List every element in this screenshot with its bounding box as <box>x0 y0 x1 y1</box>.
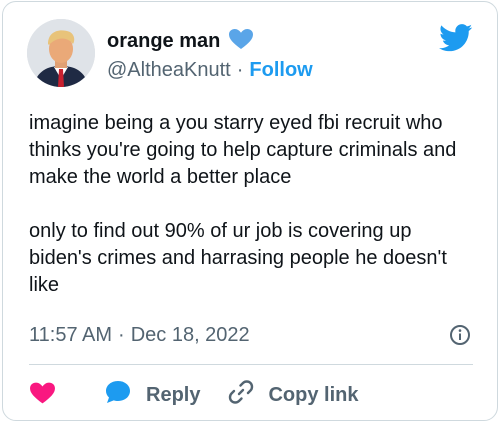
tweet-paragraph: imagine being a you starry eyed fbi recr… <box>29 112 457 188</box>
copy-link-label: Copy link <box>268 383 359 406</box>
separator: · <box>236 58 244 81</box>
name-row: orange man <box>107 28 254 54</box>
tweet-time: 11:57 AM <box>29 323 113 346</box>
copy-link-button[interactable]: Copy link <box>228 379 358 411</box>
avatar[interactable] <box>27 19 95 87</box>
tweet-timestamp[interactable]: 11:57 AM · Dec 18, 2022 <box>29 322 479 348</box>
tweet-card: orange man @AltheaKnutt · Follow imagine… <box>2 1 498 421</box>
handle-row: @AltheaKnutt · Follow <box>107 57 313 83</box>
tweet-paragraph: only to find out 90% of ur job is coveri… <box>29 220 447 296</box>
action-bar: Reply Copy link <box>29 380 358 410</box>
reply-label: Reply <box>146 383 201 406</box>
link-icon <box>228 379 254 411</box>
follow-button[interactable]: Follow <box>249 59 312 82</box>
info-icon[interactable] <box>449 324 471 351</box>
heart-badge-icon <box>228 28 254 55</box>
speech-bubble-icon <box>104 379 132 411</box>
user-handle[interactable]: @AltheaKnutt <box>107 59 231 82</box>
display-name[interactable]: orange man <box>107 30 220 53</box>
tweet-text: imagine being a you starry eyed fbi recr… <box>29 110 479 299</box>
tweet-date: Dec 18, 2022 <box>130 323 250 346</box>
divider <box>29 364 473 365</box>
twitter-bird-icon[interactable] <box>439 24 473 57</box>
reply-button[interactable]: Reply <box>104 379 200 411</box>
separator: · <box>118 323 125 346</box>
heart-icon[interactable] <box>29 381 56 410</box>
